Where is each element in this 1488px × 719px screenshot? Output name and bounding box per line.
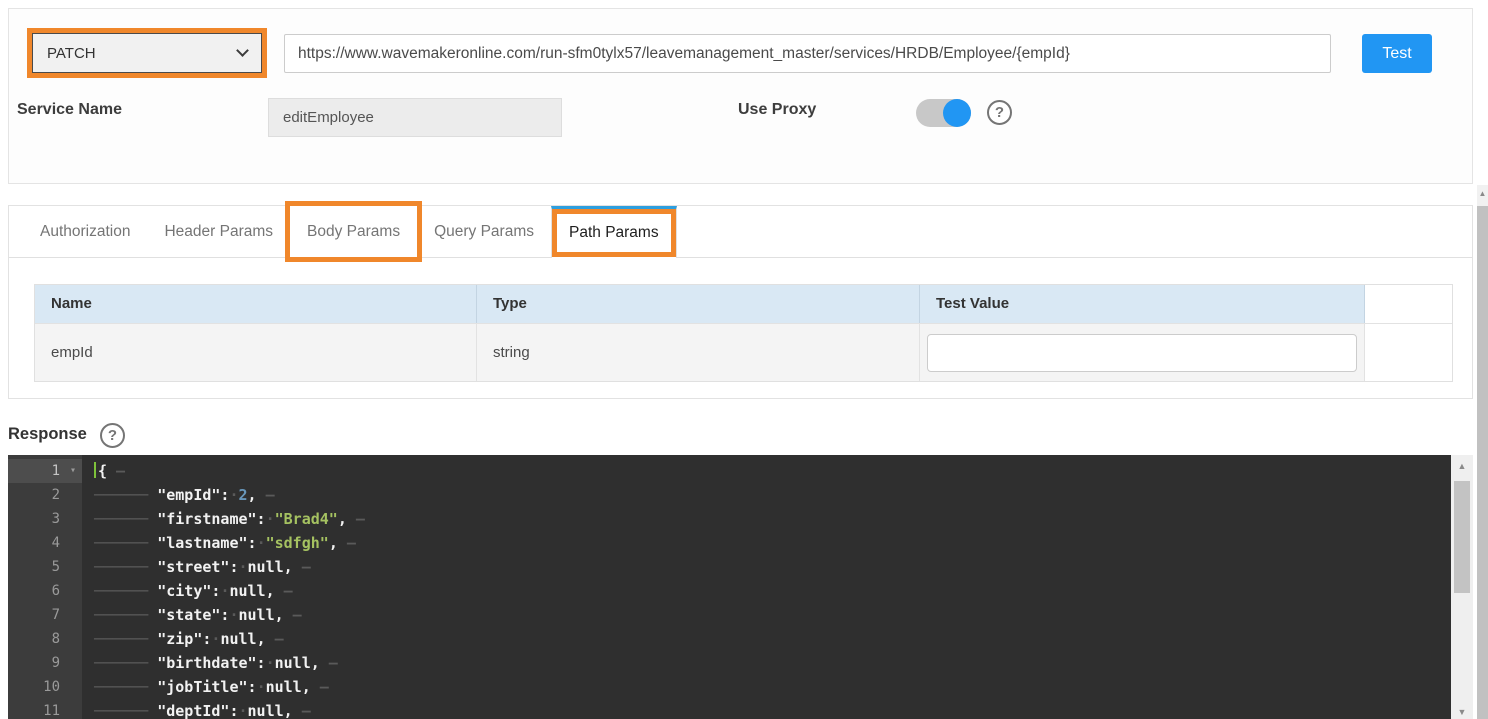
- code-line-content: ────── "state":·null, –: [82, 603, 302, 627]
- cursor-caret: [94, 462, 96, 478]
- http-method-select[interactable]: PATCH: [32, 33, 262, 73]
- code-line: 7────── "state":·null, –: [8, 603, 1451, 627]
- use-proxy-toggle[interactable]: [916, 99, 971, 127]
- service-name-label: Service Name: [17, 101, 122, 119]
- table-header-row: Name Type Test Value: [35, 285, 1452, 323]
- line-number: 3: [8, 507, 82, 531]
- code-line-content: ────── "deptId":·null, –: [82, 699, 311, 719]
- table-header-type: Type: [477, 285, 920, 323]
- editor-scrollbar-thumb[interactable]: [1454, 481, 1470, 593]
- param-name-cell: empId: [35, 324, 477, 381]
- line-number: 1▾: [8, 459, 82, 483]
- table-body: empIdstring: [35, 323, 1452, 381]
- code-line-content: ────── "birthdate":·null, –: [82, 651, 338, 675]
- param-type-cell: string: [477, 324, 920, 381]
- code-line: 6────── "city":·null, –: [8, 579, 1451, 603]
- code-line: 10────── "jobTitle":·null, –: [8, 675, 1451, 699]
- test-button[interactable]: Test: [1362, 34, 1432, 73]
- tab-header-params[interactable]: Header Params: [147, 206, 290, 257]
- code-line-content: ────── "jobTitle":·null, –: [82, 675, 329, 699]
- line-number: 6: [8, 579, 82, 603]
- scroll-up-icon[interactable]: ▲: [1451, 461, 1473, 471]
- use-proxy-label: Use Proxy: [738, 101, 816, 119]
- param-test-value-cell: [920, 324, 1365, 381]
- line-number: 7: [8, 603, 82, 627]
- response-code-editor[interactable]: 1▾{ –2────── "empId":·2, –3────── "first…: [8, 455, 1451, 719]
- code-line-content: ────── "empId":·2, –: [82, 483, 275, 507]
- test-value-input[interactable]: [927, 334, 1357, 372]
- code-line-content: ────── "city":·null, –: [82, 579, 293, 603]
- proxy-help-icon[interactable]: ?: [987, 100, 1012, 125]
- line-number: 11: [8, 699, 82, 719]
- method-highlight-box: PATCH: [27, 28, 267, 78]
- line-number: 2: [8, 483, 82, 507]
- scroll-down-icon[interactable]: ▼: [1451, 707, 1473, 717]
- fold-arrow-icon[interactable]: ▾: [70, 459, 76, 483]
- page-scrollbar[interactable]: ▲: [1477, 185, 1488, 719]
- line-number: 5: [8, 555, 82, 579]
- params-tab-bar: AuthorizationHeader ParamsBody ParamsQue…: [9, 206, 1472, 258]
- line-number: 10: [8, 675, 82, 699]
- code-line: 1▾{ –: [8, 459, 1451, 483]
- tab-authorization[interactable]: Authorization: [23, 206, 147, 257]
- toggle-thumb: [943, 99, 971, 127]
- chevron-down-icon: [236, 44, 249, 57]
- code-line: 8────── "zip":·null, –: [8, 627, 1451, 651]
- params-panel: AuthorizationHeader ParamsBody ParamsQue…: [8, 205, 1473, 399]
- tab-query-params[interactable]: Query Params: [417, 206, 551, 257]
- code-line-content: ────── "firstname":·"Brad4", –: [82, 507, 365, 531]
- code-line-content: ────── "lastname":·"sdfgh", –: [82, 531, 356, 555]
- line-number: 4: [8, 531, 82, 555]
- line-number: 8: [8, 627, 82, 651]
- code-line: 4────── "lastname":·"sdfgh", –: [8, 531, 1451, 555]
- code-line-content: { –: [82, 459, 125, 483]
- page-scroll-up-icon[interactable]: ▲: [1477, 189, 1488, 198]
- line-number: 9: [8, 651, 82, 675]
- response-help-icon[interactable]: ?: [100, 423, 125, 448]
- table-row: empIdstring: [35, 323, 1452, 381]
- request-url-input[interactable]: [284, 34, 1331, 73]
- table-header-name: Name: [35, 285, 477, 323]
- code-line: 5────── "street":·null, –: [8, 555, 1451, 579]
- editor-code-lines: 1▾{ –2────── "empId":·2, –3────── "first…: [8, 455, 1451, 719]
- request-config-panel: PATCH Test Service Name Use Proxy ?: [8, 8, 1473, 184]
- http-method-value: PATCH: [47, 45, 96, 62]
- editor-scrollbar[interactable]: ▲ ▼: [1451, 455, 1473, 719]
- tab-body-params[interactable]: Body Params: [290, 206, 417, 257]
- service-name-input[interactable]: [268, 98, 562, 137]
- tab-path-params[interactable]: Path Params: [551, 206, 677, 257]
- page-scrollbar-thumb[interactable]: [1477, 206, 1488, 719]
- response-label: Response: [8, 425, 87, 444]
- table-header-spacer: [1365, 285, 1452, 323]
- code-line: 3────── "firstname":·"Brad4", –: [8, 507, 1451, 531]
- row-spacer-cell: [1365, 324, 1452, 381]
- code-line: 2────── "empId":·2, –: [8, 483, 1451, 507]
- table-header-test-value: Test Value: [920, 285, 1365, 323]
- code-line-content: ────── "street":·null, –: [82, 555, 311, 579]
- path-params-table: Name Type Test Value empIdstring: [34, 284, 1453, 382]
- code-line: 11────── "deptId":·null, –: [8, 699, 1451, 719]
- code-line-content: ────── "zip":·null, –: [82, 627, 284, 651]
- code-line: 9────── "birthdate":·null, –: [8, 651, 1451, 675]
